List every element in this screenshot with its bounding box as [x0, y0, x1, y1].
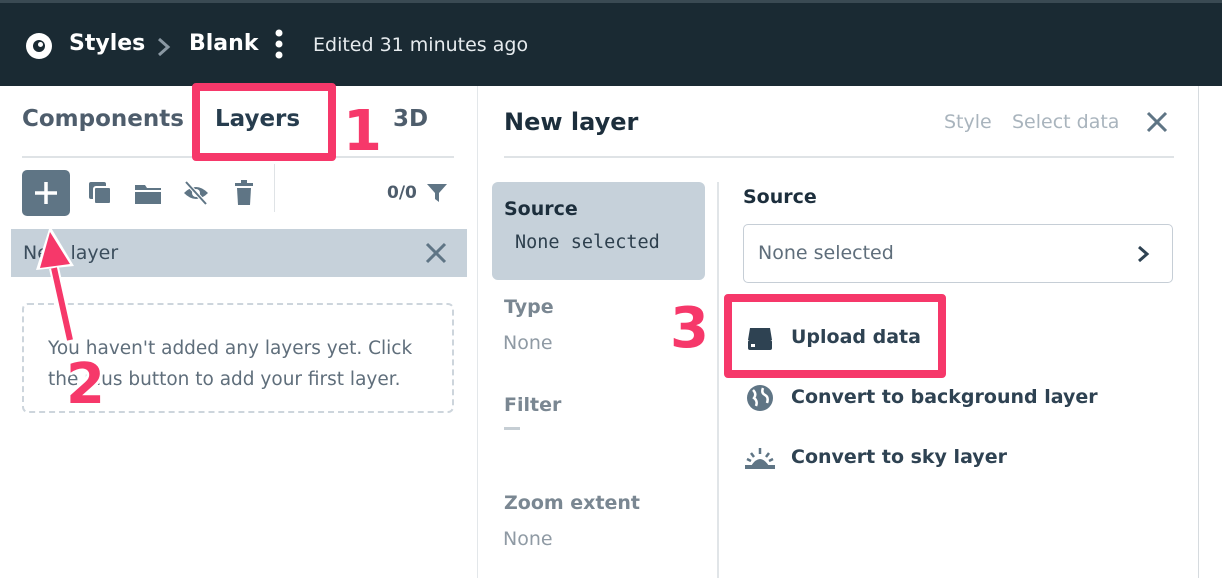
logo-icon[interactable]: [25, 32, 53, 60]
app-root: Styles Blank Edited 31 minutes ago Compo…: [0, 0, 1222, 578]
side-item-type[interactable]: Type: [504, 296, 554, 318]
new-layer-row[interactable]: New layer: [11, 229, 467, 277]
source-select[interactable]: None selected: [743, 224, 1173, 283]
close-icon[interactable]: [1145, 110, 1169, 134]
new-layer-row-label: New layer: [23, 242, 119, 264]
highlight-upload-data: [724, 294, 946, 378]
annotation-number-3: 3: [670, 296, 709, 361]
close-icon[interactable]: [424, 241, 448, 265]
side-item-source[interactable]: Source None selected: [492, 182, 705, 280]
tab-3d-label: 3D: [393, 106, 429, 132]
convert-sky-label: Convert to sky layer: [791, 446, 1007, 468]
kebab-icon[interactable]: [272, 28, 286, 62]
column-separator: [717, 182, 719, 578]
annotation-number-2: 2: [66, 352, 105, 417]
globe-icon: [747, 385, 773, 411]
panel-title: New layer: [504, 108, 639, 136]
filter-empty-dash: [504, 427, 520, 430]
breadcrumb-styles[interactable]: Styles: [69, 31, 145, 56]
duplicate-icon[interactable]: [86, 180, 114, 206]
chevron-right-icon: [158, 37, 171, 57]
convert-background-label: Convert to background layer: [791, 386, 1098, 408]
top-bar: Styles Blank Edited 31 minutes ago: [0, 0, 1222, 86]
side-item-zoom-extent[interactable]: Zoom extent: [504, 492, 640, 514]
select-data-link[interactable]: Select data: [1012, 111, 1119, 133]
eye-off-icon[interactable]: [182, 180, 210, 206]
annotation-number-1: 1: [343, 99, 382, 164]
side-zoom-value: None: [503, 528, 553, 550]
plus-icon: [35, 182, 57, 204]
side-type-value: None: [503, 332, 553, 354]
side-source-value: None selected: [515, 232, 660, 253]
edited-status: Edited 31 minutes ago: [313, 34, 529, 56]
scroll-strip[interactable]: [1198, 86, 1222, 578]
style-link[interactable]: Style: [944, 111, 992, 133]
side-source-label: Source: [504, 198, 578, 220]
tab-components[interactable]: Components: [22, 106, 184, 132]
filter-icon[interactable]: [426, 182, 448, 204]
toolbar-separator: [274, 164, 275, 212]
chevron-right-icon: [1138, 245, 1150, 263]
sky-icon: [745, 448, 775, 469]
panel-divider: [504, 156, 1174, 158]
breadcrumb-blank[interactable]: Blank: [189, 31, 258, 56]
empty-layers-text: You haven't added any layers yet. Click …: [48, 338, 413, 390]
source-select-value: None selected: [758, 242, 894, 264]
folder-icon[interactable]: [134, 180, 162, 206]
layer-toolbar: 0/0: [22, 164, 454, 218]
highlight-layers-tab: [192, 83, 336, 161]
side-item-filter[interactable]: Filter: [504, 394, 561, 416]
source-heading: Source: [743, 186, 817, 208]
add-layer-button[interactable]: [22, 170, 70, 216]
layer-count: 0/0: [387, 183, 417, 203]
trash-icon[interactable]: [230, 180, 258, 206]
